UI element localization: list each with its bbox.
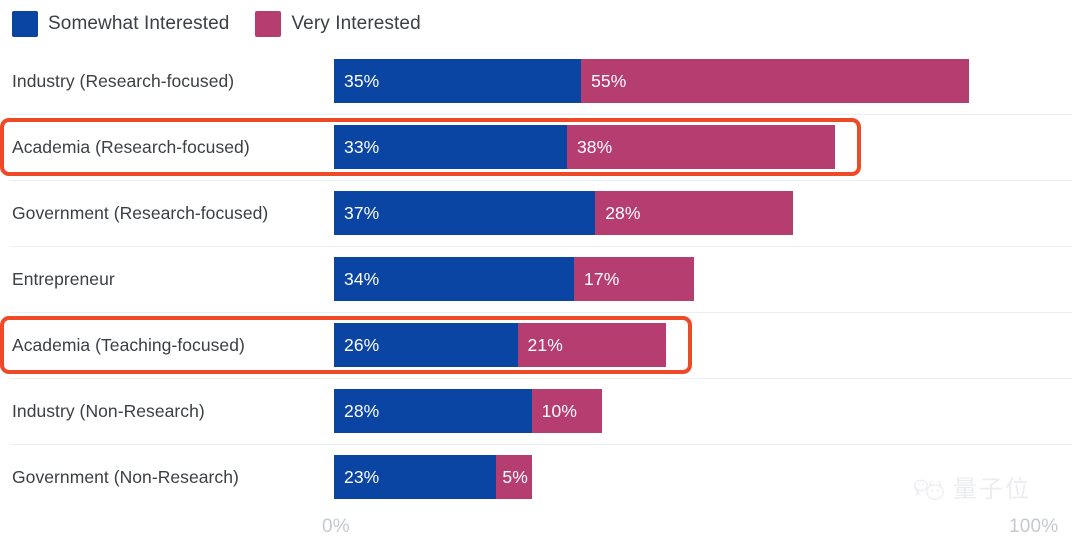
stacked-bar[interactable]: 34% 17%	[334, 257, 695, 301]
category-label: Academia (Teaching-focused)	[12, 334, 245, 355]
x-axis-min-tick-label: 0%	[322, 516, 350, 537]
stacked-bar-chart: Somewhat Interested Very Interested Indu…	[0, 0, 1080, 557]
bar-value-label: 26%	[344, 334, 380, 355]
chart-row: Entrepreneur 34% 17%	[0, 246, 1080, 312]
bar-value-label: 21%	[527, 334, 563, 355]
bar-segment-somewhat-interested[interactable]: 33%	[334, 125, 567, 169]
row-separator	[10, 246, 1072, 247]
bar-segment-very-interested[interactable]: 38%	[566, 125, 836, 169]
category-label: Industry (Research-focused)	[12, 70, 235, 91]
legend-label-very-interested: Very Interested	[291, 13, 421, 34]
watermark: 量子位	[912, 474, 1031, 504]
bar-value-label: 38%	[576, 136, 613, 157]
chart-row: Government (Research-focused) 37% 28%	[0, 180, 1080, 246]
qbitai-cat-logo-icon	[913, 479, 944, 500]
bar-segment-somewhat-interested[interactable]: 34%	[334, 257, 575, 301]
bar-value-label: 34%	[344, 268, 380, 289]
bar-value-label: 37%	[344, 202, 380, 223]
chart-row: Academia (Teaching-focused) 26% 21%	[0, 312, 1080, 378]
bar-segment-very-interested[interactable]: 55%	[581, 59, 970, 103]
bar-segment-somewhat-interested[interactable]: 35%	[334, 59, 582, 103]
square-swatch-icon	[12, 11, 38, 37]
bar-segment-somewhat-interested[interactable]: 37%	[334, 191, 596, 235]
bar-value-label: 28%	[344, 400, 380, 421]
bar-segment-very-interested[interactable]: 5%	[496, 455, 532, 499]
category-label: Academia (Research-focused)	[12, 136, 250, 157]
chart-legend: Somewhat Interested Very Interested	[12, 8, 421, 40]
stacked-bar[interactable]: 23% 5%	[334, 455, 532, 499]
bar-segment-very-interested[interactable]: 10%	[531, 389, 603, 433]
category-label: Government (Research-focused)	[12, 202, 269, 223]
bar-segment-very-interested[interactable]: 28%	[595, 191, 793, 235]
legend-label-somewhat-interested: Somewhat Interested	[48, 13, 230, 34]
bar-value-label: 35%	[344, 70, 380, 91]
bar-value-label: 17%	[584, 268, 620, 289]
bar-segment-somewhat-interested[interactable]: 28%	[334, 389, 532, 433]
category-label: Industry (Non-Research)	[12, 400, 205, 421]
category-label: Entrepreneur	[12, 268, 115, 289]
chart-plot-area: Industry (Research-focused) 35% 55% Academi…	[0, 48, 1080, 508]
stacked-bar[interactable]: 28% 10%	[334, 389, 603, 433]
bar-value-label: 23%	[344, 466, 380, 487]
square-swatch-icon	[255, 11, 282, 37]
chart-row: Academia (Research-focused) 33% 38%	[0, 114, 1080, 180]
bar-segment-somewhat-interested[interactable]: 23%	[334, 455, 497, 499]
bar-value-label: 5%	[502, 466, 528, 487]
category-label: Government (Non-Research)	[12, 466, 239, 487]
bar-value-label: 33%	[344, 136, 380, 157]
chart-row: Industry (Research-focused) 35% 55%	[0, 48, 1080, 114]
stacked-bar[interactable]: 35% 55%	[334, 59, 970, 103]
bar-value-label: 28%	[605, 202, 641, 223]
bar-segment-very-interested[interactable]: 17%	[574, 257, 695, 301]
bar-value-label: 55%	[591, 70, 627, 91]
stacked-bar[interactable]: 37% 28%	[334, 191, 793, 235]
bar-value-label: 10%	[541, 400, 577, 421]
bar-segment-somewhat-interested[interactable]: 26%	[334, 323, 518, 367]
bar-segment-very-interested[interactable]: 21%	[517, 323, 666, 367]
watermark-text: 量子位	[953, 475, 1031, 503]
chart-row: Industry (Non-Research) 28% 10%	[0, 378, 1080, 444]
stacked-bar[interactable]: 26% 21%	[334, 323, 666, 367]
x-axis-max-tick-label: 100%	[1009, 516, 1059, 537]
legend-item-very-interested[interactable]: Very Interested	[255, 11, 421, 37]
stacked-bar[interactable]: 33% 38%	[334, 125, 836, 169]
legend-item-somewhat-interested[interactable]: Somewhat Interested	[12, 11, 229, 37]
